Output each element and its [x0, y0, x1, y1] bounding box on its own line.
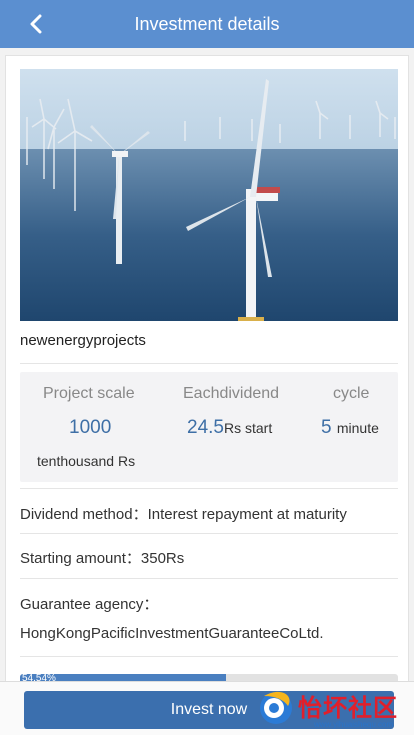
guarantee-label: Guarantee agency： [20, 596, 159, 613]
divider [20, 533, 398, 534]
scale-label: Project scale [43, 385, 135, 402]
watermark-url: www.yihuaishequ.com [314, 720, 394, 729]
divider [20, 363, 398, 364]
dividend-method: Dividend method：Interest repayment at ma… [20, 506, 347, 523]
scale-unit: tenthousand Rs [37, 453, 136, 469]
cycle-label: cycle [333, 385, 370, 402]
cycle-value-line: 5 minute [321, 417, 379, 439]
details-card: newenergyprojects Project scale 1000 ten… [5, 55, 409, 735]
divider [20, 656, 398, 657]
dividend-unit: Rs start [223, 420, 273, 436]
divider [20, 578, 398, 579]
project-name: newenergyprojects [20, 332, 146, 349]
page-title: Investment details [134, 13, 280, 34]
back-button[interactable] [22, 9, 50, 39]
cycle-value: 5 [321, 417, 332, 438]
stats-panel: Project scale 1000 tenthousand Rs Eachdi… [20, 372, 398, 482]
app-header: Investment details [0, 0, 414, 48]
dividend-value: 24.5 [187, 417, 224, 438]
scale-value: 1000 [69, 417, 112, 438]
cycle-unit: minute [336, 420, 379, 436]
watermark-text: 怡坏社区 [298, 694, 398, 722]
dividend-value-line: 24.5Rs start [187, 417, 272, 439]
project-image [20, 69, 398, 321]
divider [20, 488, 398, 489]
starting-amount: Starting amount：350Rs [20, 550, 185, 567]
watermark: 怡坏社区 www.yihuaishequ.com [254, 686, 412, 732]
guarantee-agency: HongKongPacificInvestmentGuaranteeCoLtd. [20, 625, 324, 642]
chevron-left-icon [30, 14, 42, 34]
dividend-label: Eachdividend [183, 385, 280, 402]
watermark-logo-icon [260, 691, 292, 724]
